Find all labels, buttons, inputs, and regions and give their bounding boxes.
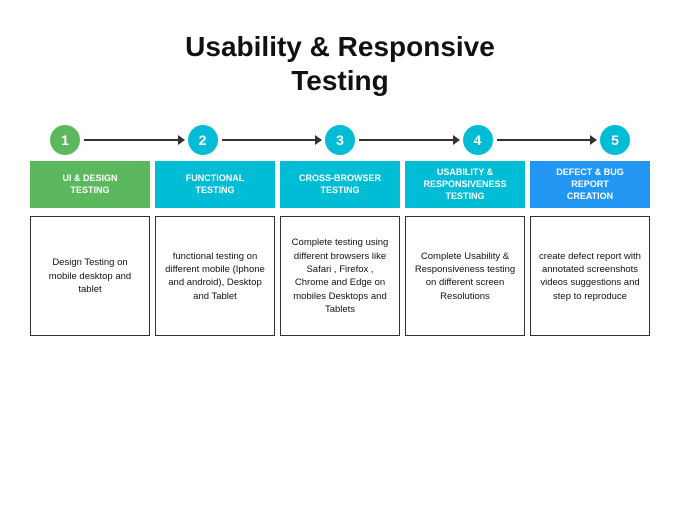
step-1-label: UI & DESIGNTESTING: [30, 161, 150, 208]
step-4-circle: 4: [463, 125, 493, 155]
arrow-2: [222, 139, 322, 141]
step-labels-row: UI & DESIGNTESTING FUNCTIONALTESTING CRO…: [30, 161, 650, 208]
step-3-number-wrapper: 3: [325, 125, 463, 155]
step-4-desc: Complete Usability & Responsiveness test…: [405, 216, 525, 336]
step-3-label: CROSS-BROWSERTESTING: [280, 161, 400, 208]
arrow-4: [497, 139, 597, 141]
step-3-circle: 3: [325, 125, 355, 155]
step-2-circle: 2: [188, 125, 218, 155]
step-1-desc: Design Testing on mobile desktop and tab…: [30, 216, 150, 336]
step-desc-row: Design Testing on mobile desktop and tab…: [30, 216, 650, 336]
step-2-label: FUNCTIONALTESTING: [155, 161, 275, 208]
step-5-desc: create defect report with annotated scre…: [530, 216, 650, 336]
step-5-number-wrapper: 5: [600, 125, 630, 155]
step-2-desc: functional testing on different mobile (…: [155, 216, 275, 336]
arrow-3: [359, 139, 459, 141]
page-title: Usability & Responsive Testing: [185, 30, 495, 97]
step-1-number-wrapper: 1: [50, 125, 188, 155]
arrow-1: [84, 139, 184, 141]
step-5-circle: 5: [600, 125, 630, 155]
flow-diagram: 1 2 3 4 5: [30, 125, 650, 336]
step-4-label: USABILITY &RESPONSIVENESSTESTING: [405, 161, 525, 208]
step-1-circle: 1: [50, 125, 80, 155]
step-5-label: DEFECT & BUGREPORTCREATION: [530, 161, 650, 208]
step-4-number-wrapper: 4: [463, 125, 601, 155]
step-3-desc: Complete testing using different browser…: [280, 216, 400, 336]
step-numbers-row: 1 2 3 4 5: [30, 125, 650, 155]
step-2-number-wrapper: 2: [188, 125, 326, 155]
